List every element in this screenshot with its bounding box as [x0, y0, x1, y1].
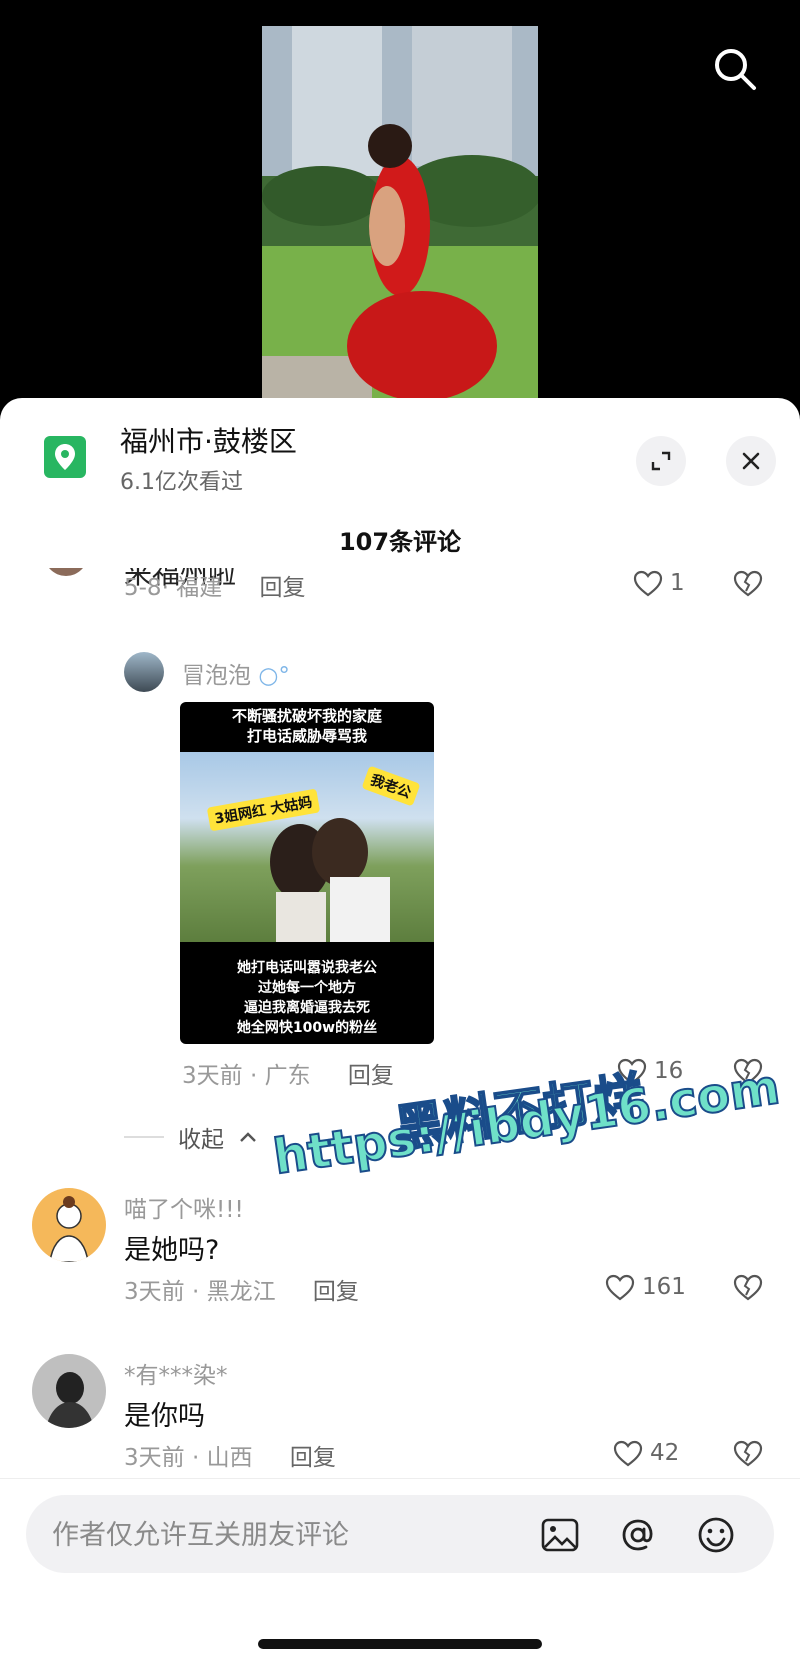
expand-icon [651, 451, 671, 471]
comment-list[interactable]: 来福州啦 5-8· 福建 回复 1 冒泡泡 ○° 不断骚扰破坏我的家庭 打电话威… [0, 568, 800, 1528]
search-icon [715, 49, 756, 90]
emoji-button[interactable] [696, 1515, 736, 1555]
comment-username[interactable]: 冒泡泡 ○° [182, 656, 290, 690]
search-button[interactable] [710, 44, 760, 94]
comment-meta: 3天前 · 广东 回复 [182, 1056, 394, 1092]
video-area[interactable] [0, 0, 800, 420]
location-pin-icon [44, 436, 86, 478]
image-caption-top: 不断骚扰破坏我的家庭 打电话威胁辱骂我 [231, 707, 382, 745]
video-frame[interactable] [262, 26, 538, 420]
comment-date-place: 5-8· 福建 [124, 575, 223, 601]
avatar[interactable] [44, 568, 88, 576]
smiley-icon [698, 1517, 734, 1553]
heart-icon [605, 1274, 635, 1301]
dislike-button[interactable] [732, 1272, 764, 1306]
comment-username[interactable]: 喵了个咪!!! [124, 1190, 244, 1224]
image-picker-button[interactable] [540, 1515, 580, 1555]
reply-button[interactable]: 回复 [290, 1445, 336, 1471]
like-button[interactable]: 42 [612, 1438, 679, 1468]
comments-sheet: 福州市·鼓楼区 6.1亿次看过 107条评论 来福州啦 5-8· 福建 回复 1 [0, 398, 800, 1662]
comment-username[interactable]: *有***染* [124, 1356, 228, 1390]
comment-text: 是她吗? [124, 1235, 220, 1266]
comment-input-container[interactable] [26, 1495, 774, 1575]
comment-meta: 3天前 · 山西 回复 [124, 1438, 336, 1474]
location-title[interactable]: 福州市·鼓楼区 [120, 420, 297, 460]
bubbles-icon: ○° [258, 663, 290, 689]
like-count: 1 [670, 570, 685, 596]
reply-button[interactable]: 回复 [260, 575, 306, 601]
dislike-button[interactable] [732, 1438, 764, 1472]
comment-input-bar [0, 1478, 800, 1662]
comment-meta: 3天前 · 黑龙江 回复 [124, 1272, 359, 1308]
reply-button[interactable]: 回复 [348, 1063, 394, 1089]
comment-meta: 5-8· 福建 回复 [124, 568, 306, 604]
mention-button[interactable] [618, 1515, 658, 1555]
image-icon [541, 1518, 579, 1552]
location-row[interactable]: 福州市·鼓楼区 6.1亿次看过 [44, 420, 776, 500]
comment-image[interactable]: 不断骚扰破坏我的家庭 打电话威胁辱骂我 3姐网红 大姑妈 我老公 她打电话叫嚣说… [180, 702, 434, 1044]
dislike-button[interactable] [732, 568, 764, 602]
comment-count: 107条评论 [338, 528, 462, 556]
reply-button[interactable]: 回复 [313, 1279, 359, 1305]
comment-text: 是你吗 [124, 1401, 205, 1432]
home-indicator [258, 1639, 542, 1649]
expand-button[interactable] [636, 436, 686, 486]
watermark: 黑料不打烊 https://ibdy16.com [269, 1058, 790, 1230]
like-count: 161 [642, 1274, 686, 1300]
divider [124, 1136, 164, 1138]
broken-heart-icon [733, 570, 763, 597]
broken-heart-icon [733, 1274, 763, 1301]
like-button[interactable]: 161 [604, 1272, 686, 1302]
heart-icon [613, 1440, 643, 1467]
avatar[interactable] [32, 1354, 106, 1428]
heart-icon [633, 570, 663, 597]
view-count: 6.1亿次看过 [120, 470, 243, 495]
collapse-label: 收起 [178, 1127, 224, 1153]
avatar[interactable] [32, 1188, 106, 1262]
comment-date-place: 3天前 · 黑龙江 [124, 1279, 276, 1305]
collapse-replies-button[interactable]: 收起 [124, 1120, 258, 1154]
at-icon [622, 1519, 653, 1551]
close-icon [742, 452, 760, 470]
avatar[interactable] [124, 652, 164, 692]
chevron-up-icon [240, 1132, 256, 1142]
comment-date-place: 3天前 · 山西 [124, 1445, 253, 1471]
like-button[interactable]: 1 [632, 568, 685, 598]
comment-date-place: 3天前 · 广东 [182, 1063, 311, 1089]
close-button[interactable] [726, 436, 776, 486]
video-thumbnail [262, 26, 538, 420]
broken-heart-icon [733, 1440, 763, 1467]
comment-input[interactable] [50, 1495, 504, 1575]
like-count: 42 [650, 1440, 680, 1466]
image-caption-bottom: 她打电话叫嚣说我老公 过她每一个地方 逼迫我离婚逼我去死 她全网快100w的粉丝 [236, 960, 378, 1036]
